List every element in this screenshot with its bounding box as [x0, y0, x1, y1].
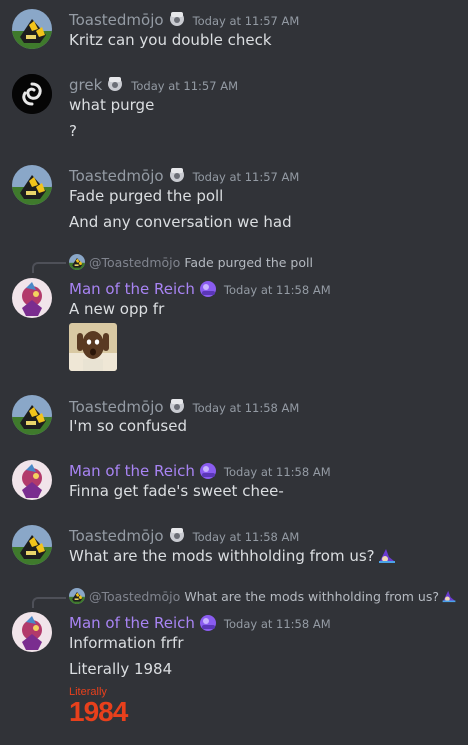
message-text: I'm so confused: [69, 417, 187, 435]
reply-spine: [32, 597, 66, 608]
reply-text: What are the mods withholding from us?: [184, 588, 439, 604]
role-badge-icon[interactable]: [199, 613, 219, 631]
username[interactable]: Man of the Reich: [69, 462, 195, 480]
avatar[interactable]: [12, 612, 52, 652]
wizard-emoji-icon: [442, 590, 456, 602]
avatar[interactable]: [12, 74, 52, 114]
username[interactable]: Toastedmōjo: [69, 167, 164, 185]
user-avatar-icon: [12, 165, 52, 205]
reply-mention[interactable]: @Toastedmōjo: [89, 255, 180, 270]
message-text: What are the mods withholding from us?: [69, 547, 375, 565]
timestamp[interactable]: Today at 11:58 AM: [224, 465, 331, 479]
role-badge-icon[interactable]: [168, 166, 188, 184]
role-badge-icon[interactable]: [106, 75, 126, 93]
message-text: Fade purged the poll: [69, 187, 224, 205]
role-badge-icon[interactable]: [168, 526, 188, 544]
message-text-row: What are the mods withholding from us?: [69, 547, 397, 565]
sticker-bottom-text: 1984: [69, 696, 128, 727]
timestamp[interactable]: Today at 11:58 AM: [224, 617, 331, 631]
user-avatar-icon: [12, 395, 52, 435]
timestamp[interactable]: Today at 11:57 AM: [131, 79, 238, 93]
avatar[interactable]: [12, 9, 52, 49]
message-header: Man of the Reich Today at 11:58 AM: [69, 276, 331, 298]
reply-avatar: [69, 254, 85, 270]
reply-avatar: [69, 588, 85, 604]
message-header: Toastedmōjo Today at 11:58 AM: [69, 394, 299, 416]
message-header: grek Today at 11:57 AM: [69, 72, 238, 94]
message-text: what purge: [69, 96, 155, 114]
timestamp[interactable]: Today at 11:58 AM: [193, 530, 300, 544]
role-badge-icon[interactable]: [199, 279, 219, 297]
role-badge-icon[interactable]: [168, 10, 188, 28]
reply-spine: [32, 262, 66, 273]
message-header: Man of the Reich Today at 11:58 AM: [69, 610, 331, 632]
username[interactable]: Toastedmōjo: [69, 398, 164, 416]
reply-preview[interactable]: @Toastedmōjo Fade purged the poll: [69, 254, 313, 270]
spiral-logo-icon: [12, 74, 52, 114]
avatar[interactable]: [12, 395, 52, 435]
avatar[interactable]: [12, 165, 52, 205]
username[interactable]: Toastedmōjo: [69, 527, 164, 545]
image-attachment[interactable]: [69, 323, 117, 371]
user-avatar-icon: [69, 254, 85, 270]
message-header: Man of the Reich Today at 11:58 AM: [69, 458, 331, 480]
reply-preview[interactable]: @Toastedmōjo What are the mods withholdi…: [69, 588, 457, 604]
username[interactable]: Man of the Reich: [69, 280, 195, 298]
user-avatar-icon: [12, 525, 52, 565]
shocked-person-image-icon: [69, 323, 117, 371]
timestamp[interactable]: Today at 11:57 AM: [193, 170, 300, 184]
message-text: Information frfr: [69, 634, 184, 652]
avatar[interactable]: [12, 278, 52, 318]
username[interactable]: grek: [69, 76, 102, 94]
user-avatar-icon: [12, 9, 52, 49]
avatar[interactable]: [12, 525, 52, 565]
user-avatar-icon: [12, 612, 52, 652]
message-text: ?: [69, 122, 77, 140]
user-avatar-icon: [69, 588, 85, 604]
timestamp[interactable]: Today at 11:57 AM: [193, 14, 300, 28]
sticker[interactable]: Literally 1984: [69, 686, 128, 728]
role-badge-icon[interactable]: [168, 397, 188, 415]
message-text: Literally 1984: [69, 660, 173, 678]
reply-mention[interactable]: @Toastedmōjo: [89, 589, 180, 604]
avatar[interactable]: [12, 460, 52, 500]
reply-text: Fade purged the poll: [184, 254, 313, 270]
timestamp[interactable]: Today at 11:58 AM: [193, 401, 300, 415]
message-text: Kritz can you double check: [69, 31, 272, 49]
message-header: Toastedmōjo Today at 11:57 AM: [69, 163, 299, 185]
message-header: Toastedmōjo Today at 11:58 AM: [69, 523, 299, 545]
timestamp[interactable]: Today at 11:58 AM: [224, 283, 331, 297]
message-text: A new opp fr: [69, 300, 165, 318]
username[interactable]: Toastedmōjo: [69, 11, 164, 29]
user-avatar-icon: [12, 278, 52, 318]
user-avatar-icon: [12, 460, 52, 500]
username[interactable]: Man of the Reich: [69, 614, 195, 632]
wizard-emoji-icon[interactable]: [377, 548, 397, 564]
role-badge-icon[interactable]: [199, 461, 219, 479]
message-text: Finna get fade's sweet chee-: [69, 482, 284, 500]
message-text: And any conversation we had: [69, 213, 292, 231]
message-header: Toastedmōjo Today at 11:57 AM: [69, 7, 299, 29]
